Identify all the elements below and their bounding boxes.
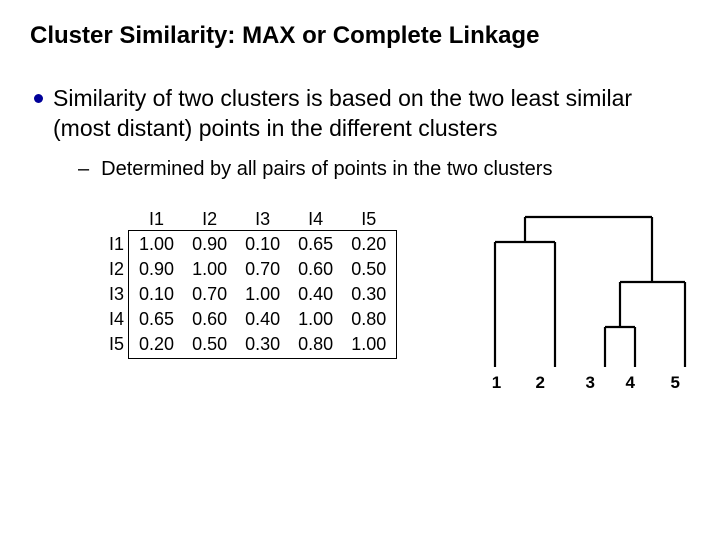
matrix-row-header: I1 [100,232,130,257]
matrix-cell: 0.10 [236,232,289,257]
matrix-cell: 0.80 [342,307,395,332]
leaf-label: 1 [468,373,513,393]
matrix-cell: 0.60 [289,257,342,282]
matrix-cell: 1.00 [236,282,289,307]
leaf-label: 5 [648,373,703,393]
matrix-cell: 0.50 [183,332,236,357]
matrix-cell: 0.40 [289,282,342,307]
dendrogram-svg [465,207,705,367]
dendrogram-labels: 1 2 3 4 5 [468,373,703,393]
matrix-cell: 0.40 [236,307,289,332]
matrix-row-header: I3 [100,282,130,307]
figures-row: I1I2I3I4I5I11.000.900.100.650.20I20.901.… [100,207,690,393]
subbullet-item: – Determined by all pairs of points in t… [78,158,690,181]
matrix-cell: 0.30 [236,332,289,357]
slide-title: Cluster Similarity: MAX or Complete Link… [30,22,690,50]
matrix-col-header: I3 [236,207,289,232]
matrix-col-header: I4 [289,207,342,232]
leaf-label: 3 [568,373,613,393]
matrix-col-header: I2 [183,207,236,232]
matrix-cell: 1.00 [183,257,236,282]
matrix-cell: 0.80 [289,332,342,357]
bullet-text: Similarity of two clusters is based on t… [53,84,673,144]
leaf-label: 2 [513,373,568,393]
matrix-cell: 0.20 [342,232,395,257]
matrix-cell: 1.00 [342,332,395,357]
matrix-cell: 0.60 [183,307,236,332]
dash-icon: – [78,158,89,181]
subbullet-text: Determined by all pairs of points in the… [101,158,552,181]
matrix-cell: 0.50 [342,257,395,282]
bullet-item: Similarity of two clusters is based on t… [34,84,690,144]
matrix-cell: 1.00 [289,307,342,332]
matrix-cell: 0.10 [130,282,183,307]
matrix-cell: 0.20 [130,332,183,357]
matrix-row-header: I5 [100,332,130,357]
matrix-col-header: I5 [342,207,395,232]
matrix-row-header: I4 [100,307,130,332]
matrix-cell: 0.30 [342,282,395,307]
matrix-corner [100,207,130,232]
leaf-label: 4 [613,373,648,393]
matrix-cell: 0.65 [289,232,342,257]
matrix-col-header: I1 [130,207,183,232]
matrix-row-header: I2 [100,257,130,282]
matrix-cell: 0.90 [130,257,183,282]
similarity-matrix: I1I2I3I4I5I11.000.900.100.650.20I20.901.… [100,207,395,357]
matrix-cell: 1.00 [130,232,183,257]
matrix-cell: 0.90 [183,232,236,257]
matrix-cell: 0.70 [183,282,236,307]
matrix-cell: 0.70 [236,257,289,282]
matrix-cell: 0.65 [130,307,183,332]
dendrogram: 1 2 3 4 5 [465,207,705,393]
bullet-icon [34,94,43,103]
